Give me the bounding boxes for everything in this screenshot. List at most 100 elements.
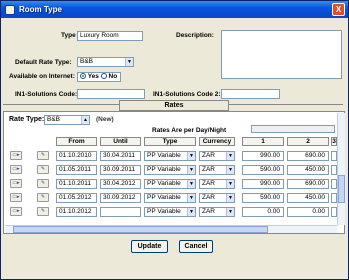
window-title: Room Type — [19, 5, 62, 14]
until-cell-value: 30.04.2011 — [103, 152, 136, 159]
default-rate-type-label: Default Rate Type: — [15, 59, 72, 66]
app-icon — [5, 4, 15, 15]
rate-type-select[interactable]: B&B ▲ — [44, 115, 90, 125]
type-select-value: PP Variable — [147, 180, 181, 187]
row-detail-icon[interactable]: ▭▸ — [10, 165, 22, 174]
yes-radio[interactable] — [80, 73, 86, 80]
from-cell-value: 01.10.2010 — [59, 152, 92, 159]
type-label: Type — [61, 32, 76, 39]
currency-select[interactable]: ZAR ▼ — [199, 193, 235, 203]
until-cell-value: 30.04.2012 — [103, 180, 136, 187]
rate-type-label: Rate Type: — [9, 116, 45, 123]
rates-per-label: Rates Are per Day/Night — [152, 127, 227, 134]
rate-1-cell[interactable]: 590.00 — [242, 193, 284, 203]
vertical-scroll-thumb[interactable] — [338, 175, 345, 203]
type-select[interactable]: PP Variable ▼ — [144, 151, 196, 161]
row-detail-icon[interactable]: ▭▸ — [10, 207, 22, 216]
update-button[interactable]: Update — [131, 240, 168, 253]
from-cell[interactable]: 01.10.2010 — [56, 151, 97, 161]
close-button[interactable]: X — [332, 3, 345, 16]
rate-2-cell[interactable]: 450.00 — [287, 165, 329, 175]
title-bar[interactable]: Room Type X — [1, 1, 348, 18]
currency-select-value: ZAR — [202, 166, 215, 173]
vertical-scrollbar[interactable] — [337, 113, 345, 225]
until-header[interactable]: Until — [100, 137, 141, 146]
in1-code-field[interactable] — [77, 89, 145, 99]
new-rate-link[interactable]: (New) — [96, 116, 114, 123]
chevron-down-icon: ▼ — [187, 166, 195, 174]
rates-section-title: Rates — [119, 100, 229, 111]
row-detail-icon[interactable]: ▭▸ — [10, 193, 22, 202]
rate-type-value: B&B — [47, 116, 61, 123]
chevron-down-icon: ▼ — [187, 194, 195, 202]
horizontal-scrollbar[interactable] — [5, 225, 337, 233]
in1-code2-field[interactable] — [221, 89, 280, 99]
from-cell-value: 01.05.2011 — [59, 166, 92, 173]
from-cell-value: 01.10.2012 — [59, 208, 92, 215]
from-cell[interactable]: 01.10.2012 — [56, 207, 97, 217]
no-radio[interactable] — [100, 73, 107, 80]
until-cell[interactable]: 30.04.2011 — [100, 151, 141, 161]
col-2-header[interactable]: 2 — [287, 137, 329, 146]
from-cell[interactable]: 01.05.2011 — [56, 165, 97, 175]
currency-select[interactable]: ZAR ▼ — [199, 179, 235, 189]
type-select[interactable]: PP Variable ▼ — [144, 193, 196, 203]
rate-1-cell[interactable]: 590.00 — [242, 165, 284, 175]
cancel-button[interactable]: Cancel — [179, 240, 213, 253]
from-cell-value: 01.05.2012 — [59, 194, 92, 201]
type-select[interactable]: PP Variable ▼ — [144, 179, 196, 189]
rate-2-cell[interactable]: 0.00 — [287, 207, 329, 217]
currency-select[interactable]: ZAR ▼ — [199, 165, 235, 175]
yes-label: Yes — [87, 73, 99, 80]
currency-select-value: ZAR — [202, 180, 215, 187]
rate-1-cell-value: 590.00 — [260, 194, 280, 201]
row-edit-icon[interactable]: ✎ — [37, 179, 49, 188]
type-select[interactable]: PP Variable ▼ — [144, 207, 196, 217]
room-type-window: Room Type X Type Luxury Room Description… — [0, 0, 349, 280]
type-select-value: PP Variable — [147, 152, 181, 159]
rate-1-cell[interactable]: 990.00 — [242, 179, 284, 189]
row-detail-icon[interactable]: ▭▸ — [10, 151, 22, 160]
in1-code-label: IN1-Solutions Code: — [15, 91, 78, 98]
from-cell[interactable]: 01.05.2012 — [56, 193, 97, 203]
chevron-down-icon: ▼ — [226, 194, 234, 202]
rate-2-cell-value: 690.00 — [305, 152, 325, 159]
until-cell[interactable] — [100, 207, 141, 217]
rate-1-cell[interactable]: 0.00 — [242, 207, 284, 217]
row-edit-icon[interactable]: ✎ — [37, 193, 49, 202]
row-detail-icon[interactable]: ▭▸ — [10, 179, 22, 188]
currency-select[interactable]: ZAR ▼ — [199, 207, 235, 217]
type-select-value: PP Variable — [147, 208, 181, 215]
row-edit-icon[interactable]: ✎ — [37, 151, 49, 160]
col-1-header[interactable]: 1 — [242, 137, 284, 146]
type-field[interactable]: Luxury Room — [77, 31, 143, 41]
description-textarea[interactable] — [221, 30, 342, 79]
type-select-value: PP Variable — [147, 194, 181, 201]
currency-select-value: ZAR — [202, 194, 215, 201]
chevron-down-icon: ▼ — [226, 208, 234, 216]
currency-select-value: ZAR — [202, 152, 215, 159]
until-cell[interactable]: 30.09.2011 — [100, 165, 141, 175]
horizontal-scroll-thumb[interactable] — [13, 226, 268, 233]
chevron-down-icon: ▼ — [226, 180, 234, 188]
default-rate-type-value: B&B — [80, 58, 94, 65]
until-cell[interactable]: 30.09.2012 — [100, 193, 141, 203]
rate-2-cell-value: 0.00 — [312, 208, 325, 215]
type-header[interactable]: Type — [144, 137, 196, 146]
rate-1-cell[interactable]: 990.00 — [242, 151, 284, 161]
row-edit-icon[interactable]: ✎ — [37, 165, 49, 174]
currency-header[interactable]: Currency — [199, 137, 235, 146]
currency-select[interactable]: ZAR ▼ — [199, 151, 235, 161]
until-cell[interactable]: 30.04.2012 — [100, 179, 141, 189]
from-cell[interactable]: 01.10.2011 — [56, 179, 97, 189]
default-rate-type-select[interactable]: B&B ▼ — [77, 57, 134, 67]
from-header[interactable]: From — [56, 137, 97, 146]
until-cell-value: 30.09.2012 — [103, 194, 136, 201]
available-on-internet-label: Available on Internet: — [9, 73, 75, 80]
row-edit-icon[interactable]: ✎ — [37, 207, 49, 216]
type-select[interactable]: PP Variable ▼ — [144, 165, 196, 175]
rate-2-cell[interactable]: 690.00 — [287, 151, 329, 161]
rate-2-cell[interactable]: 690.00 — [287, 179, 329, 189]
chevron-down-icon: ▲ — [81, 116, 89, 124]
rate-2-cell[interactable]: 450.00 — [287, 193, 329, 203]
